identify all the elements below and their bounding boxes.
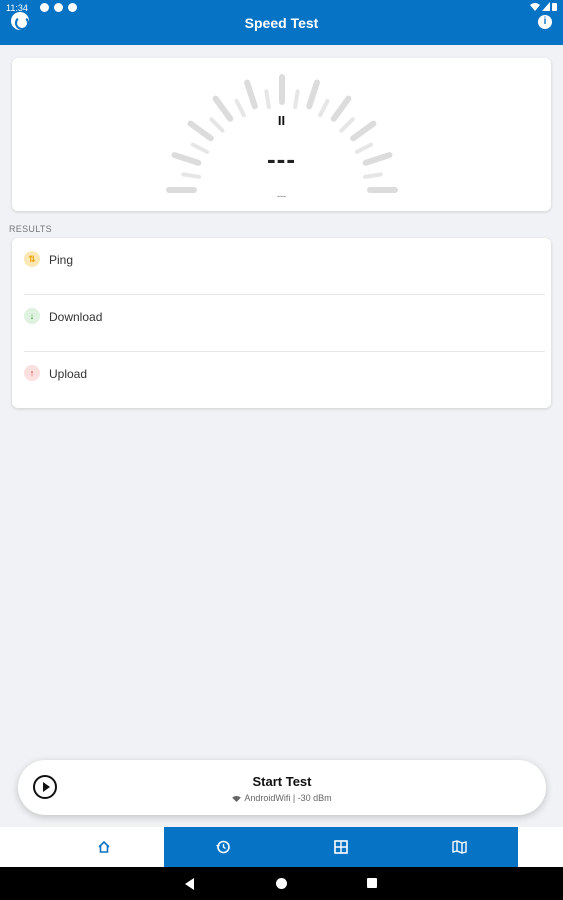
start-test-button[interactable]: Start Test AndroidWifi | -30 dBm: [18, 760, 546, 815]
network-info: AndroidWifi | -30 dBm: [18, 793, 546, 803]
home-circle-icon[interactable]: [276, 878, 287, 889]
system-nav-bar: [0, 867, 563, 900]
speed-value: ---: [267, 144, 296, 174]
signal-icon: [542, 2, 550, 11]
results-header: RESULTS: [9, 224, 52, 234]
battery-icon: [552, 3, 557, 11]
result-label-ping: Ping: [49, 253, 74, 267]
result-row-ping[interactable]: ⇅ Ping: [12, 238, 551, 295]
download-arrow-icon: ↓: [24, 308, 40, 324]
pause-icon[interactable]: II: [12, 113, 551, 128]
result-label-upload: Upload: [49, 367, 88, 381]
speed-gauge-card: II --- ---: [12, 58, 551, 211]
notification-icon: [40, 3, 49, 12]
gauge-tick: [293, 89, 300, 110]
gauge-tick: [264, 89, 271, 110]
nav-dashboard[interactable]: [282, 827, 400, 867]
speed-gauge: [166, 74, 398, 193]
wifi-icon: [530, 3, 540, 11]
notification-icon: [54, 3, 63, 12]
result-row-download[interactable]: ↓ Download: [12, 295, 551, 352]
map-icon: [451, 840, 467, 854]
gauge-tick: [244, 79, 258, 110]
result-label-download: Download: [49, 310, 103, 324]
start-test-label: Start Test: [252, 774, 312, 789]
status-indicators: [530, 2, 557, 11]
gauge-tick: [306, 79, 320, 110]
ping-icon: ⇅: [24, 251, 40, 267]
page-title: Speed Test: [244, 15, 319, 31]
result-row-upload[interactable]: ↑ Upload: [12, 352, 551, 409]
bottom-nav: [0, 827, 563, 867]
app-bar: 11:34 Speed Test i: [0, 0, 563, 45]
back-icon[interactable]: [185, 878, 194, 890]
speed-unit: ---: [277, 191, 286, 201]
wifi-icon: [232, 796, 242, 803]
nav-home[interactable]: [45, 827, 163, 867]
recents-icon[interactable]: [367, 878, 377, 888]
results-card: ⇅ Ping ↓ Download ↑ Upload: [12, 238, 551, 408]
info-icon[interactable]: i: [538, 15, 552, 29]
dashboard-icon: [334, 840, 348, 854]
network-label: AndroidWifi | -30 dBm: [244, 793, 332, 803]
notification-icon: [68, 3, 77, 12]
history-icon: [216, 840, 230, 854]
nav-map[interactable]: [400, 827, 518, 867]
upload-arrow-icon: ↑: [24, 365, 40, 381]
home-icon: [98, 840, 110, 853]
nav-history[interactable]: [164, 827, 282, 867]
notification-icons: [40, 3, 77, 12]
